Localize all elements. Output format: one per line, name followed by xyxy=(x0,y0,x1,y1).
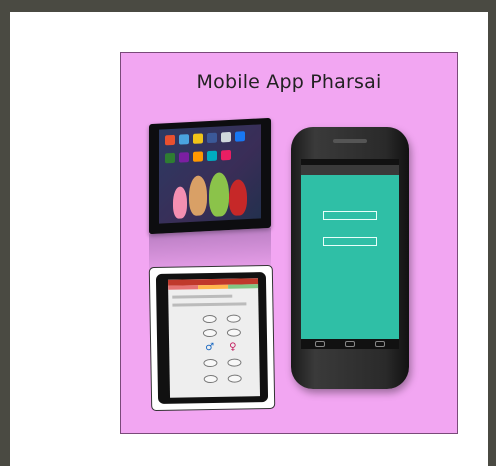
form-option xyxy=(203,374,218,384)
app-icon xyxy=(179,152,189,163)
app-icon xyxy=(235,131,245,142)
app-icon xyxy=(193,151,203,162)
form-option xyxy=(226,328,241,337)
form-photo-device: ♂ ♀ xyxy=(155,272,269,404)
phone-speaker xyxy=(333,139,367,143)
app-icon xyxy=(193,133,203,144)
form-option xyxy=(226,314,241,323)
form-photo: ♂ ♀ xyxy=(149,265,275,411)
form-tab xyxy=(168,285,199,290)
action-bar xyxy=(301,165,399,175)
form-field-line xyxy=(172,294,233,299)
form-option xyxy=(202,328,217,338)
form-screen: ♂ ♀ xyxy=(167,278,261,398)
form-option xyxy=(203,358,218,368)
app-icon xyxy=(221,131,231,143)
form-option xyxy=(202,314,217,324)
app-icon xyxy=(179,134,189,145)
phone-button xyxy=(323,211,377,220)
phone-separator xyxy=(301,225,399,231)
form-option xyxy=(227,374,242,383)
nav-bar xyxy=(301,339,399,349)
female-icon: ♀ xyxy=(229,341,237,353)
home-icon xyxy=(345,341,355,347)
phone-button xyxy=(323,237,377,246)
outer-frame-top xyxy=(0,0,496,12)
app-icon xyxy=(165,134,175,146)
recents-icon xyxy=(375,341,385,347)
form-option xyxy=(227,358,242,367)
form-tab xyxy=(198,284,229,290)
app-icon xyxy=(165,152,175,164)
person-figure xyxy=(173,186,187,219)
male-icon: ♂ xyxy=(205,341,215,354)
back-icon xyxy=(315,341,325,347)
form-field-line xyxy=(172,302,247,307)
slide-title: Mobile App Pharsai xyxy=(196,71,382,93)
person-figure xyxy=(189,175,207,217)
tablet-screen xyxy=(159,124,261,224)
tablet-photo xyxy=(149,117,271,235)
app-icon xyxy=(207,150,217,162)
phone-screen xyxy=(301,159,399,349)
person-figure xyxy=(209,172,229,218)
app-icon xyxy=(207,132,217,144)
person-figure xyxy=(229,179,247,217)
slide: Mobile App Pharsai ♂ ♀ xyxy=(120,52,458,434)
form-tab xyxy=(228,284,259,289)
outer-frame-right xyxy=(488,0,496,466)
outer-frame-left xyxy=(0,0,10,466)
app-icon xyxy=(221,149,231,161)
phone-photo xyxy=(291,127,409,389)
